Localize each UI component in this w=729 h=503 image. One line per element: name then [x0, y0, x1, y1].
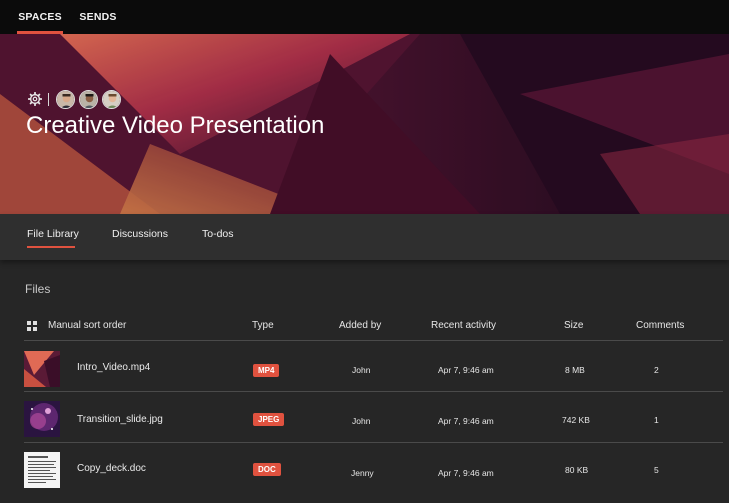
tab-spaces[interactable]: SPACES: [17, 0, 63, 34]
tab-discussions[interactable]: Discussions: [112, 228, 168, 240]
file-size: 8 MB: [565, 365, 585, 375]
added-by: Jenny: [351, 468, 374, 478]
grid-sort-icon[interactable]: [27, 321, 37, 331]
divider: [24, 442, 723, 443]
comment-count: 1: [654, 415, 659, 425]
divider: [24, 340, 723, 341]
recent-activity: Apr 7, 9:46 am: [438, 416, 494, 426]
column-header-size[interactable]: Size: [564, 320, 583, 331]
comment-count: 5: [654, 465, 659, 475]
file-thumbnail: [24, 401, 60, 437]
file-size: 742 KB: [562, 415, 590, 425]
recent-activity: Apr 7, 9:46 am: [438, 365, 494, 375]
space-banner: Creative Video Presentation: [0, 34, 729, 214]
file-name[interactable]: Copy_deck.doc: [77, 463, 146, 474]
column-header-recent-activity[interactable]: Recent activity: [431, 320, 496, 331]
added-by: John: [352, 365, 371, 375]
recent-activity: Apr 7, 9:46 am: [438, 468, 494, 478]
column-header-added-by[interactable]: Added by: [339, 320, 381, 331]
file-thumbnail: [24, 351, 60, 387]
divider: [24, 391, 723, 392]
space-tabs: File Library Discussions To-dos: [0, 214, 729, 260]
file-thumbnail: [24, 452, 60, 488]
gear-icon[interactable]: [28, 92, 42, 106]
active-tab-indicator: [27, 246, 75, 248]
person-avatar-1[interactable]: [56, 89, 75, 109]
column-header-sort-order[interactable]: Manual sort order: [48, 320, 126, 331]
person-avatar-2[interactable]: [79, 89, 98, 109]
top-navigation: SPACES SENDS: [0, 0, 729, 34]
tab-to-dos[interactable]: To-dos: [202, 228, 234, 240]
file-type-badge: MP4: [253, 364, 280, 377]
column-header-type[interactable]: Type: [252, 320, 274, 331]
file-name[interactable]: Transition_slide.jpg: [77, 414, 163, 425]
file-size: 80 KB: [565, 465, 589, 475]
space-meta-row: [28, 89, 125, 109]
comment-count: 2: [654, 365, 659, 375]
space-title: Creative Video Presentation: [26, 112, 325, 139]
divider: [48, 92, 49, 106]
person-avatar-3[interactable]: [102, 89, 121, 109]
added-by: John: [352, 416, 371, 426]
column-header-comments[interactable]: Comments: [636, 320, 684, 331]
tab-file-library[interactable]: File Library: [27, 228, 79, 240]
section-title: Files: [25, 282, 51, 296]
tab-sends[interactable]: SENDS: [79, 0, 116, 34]
file-type-badge: JPEG: [253, 413, 285, 426]
file-type-badge: DOC: [253, 463, 281, 476]
file-name[interactable]: Intro_Video.mp4: [77, 362, 150, 373]
